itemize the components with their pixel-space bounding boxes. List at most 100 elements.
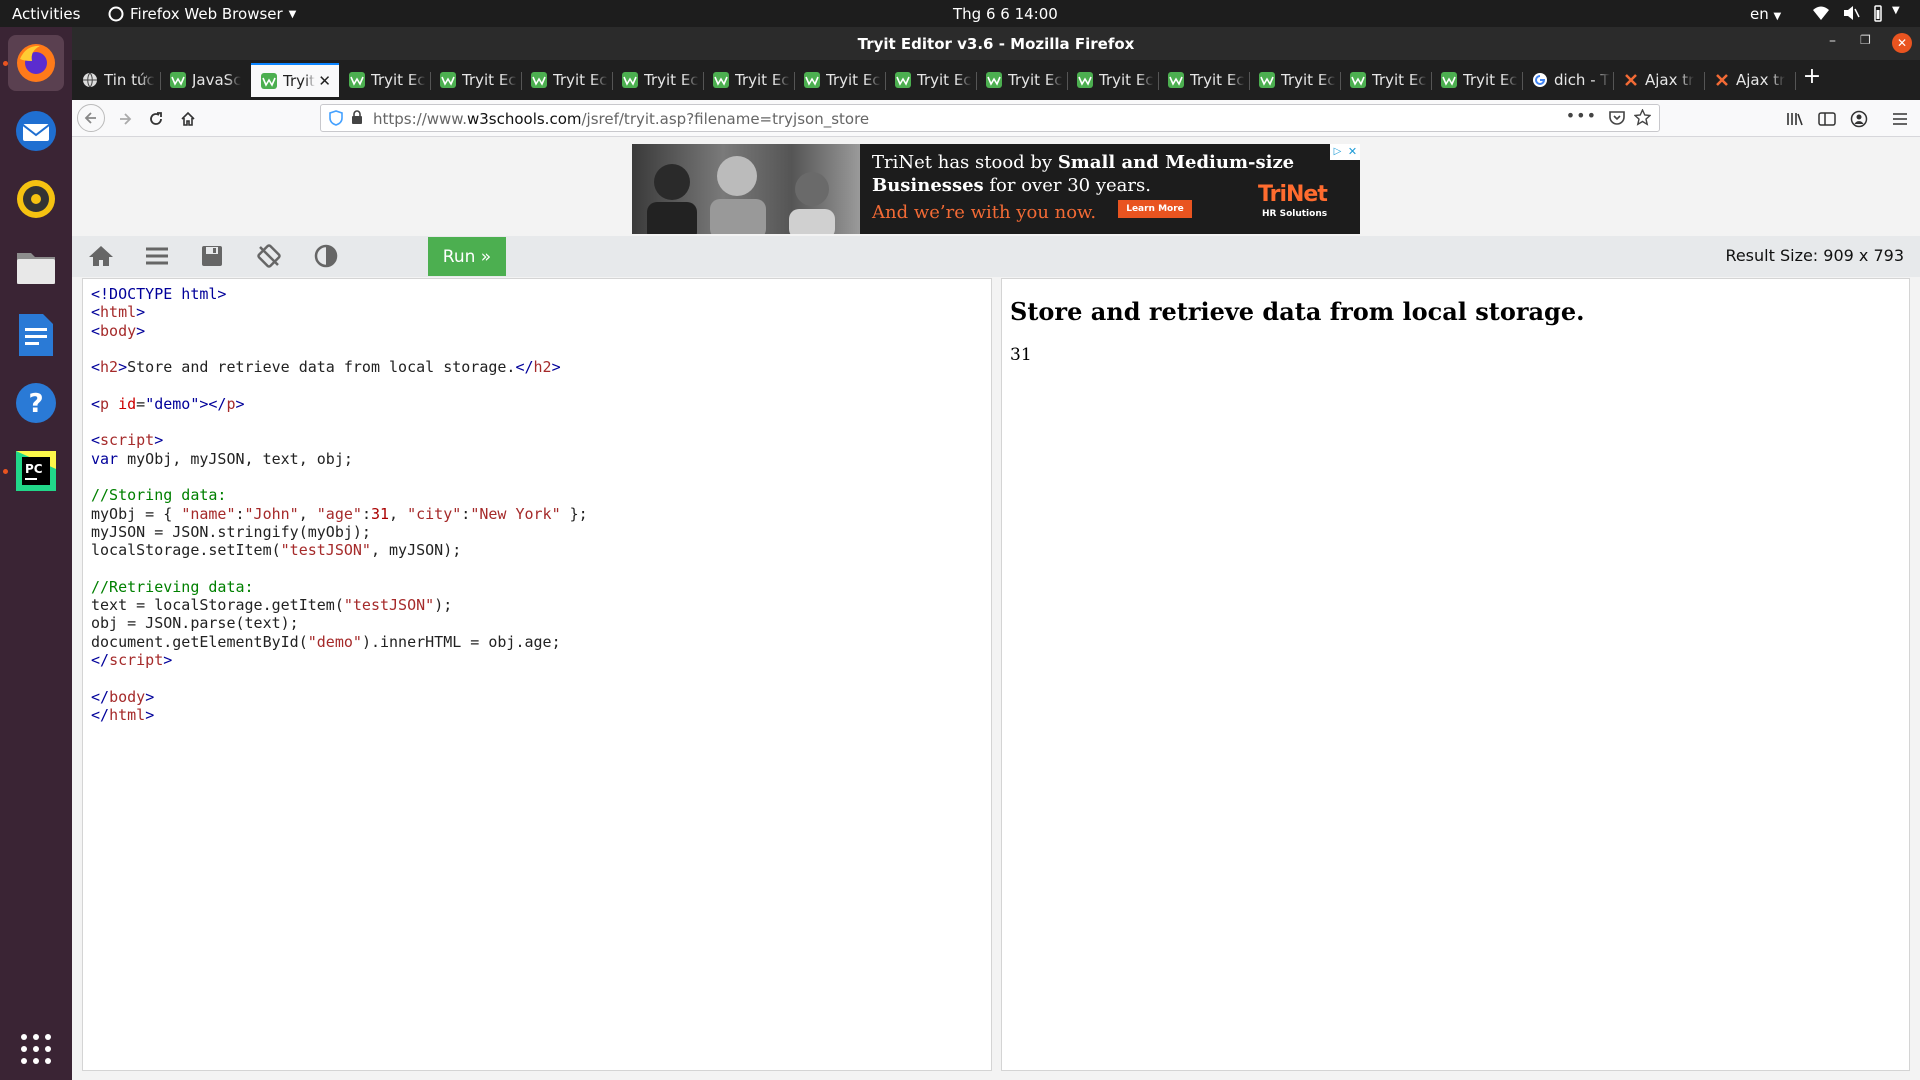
browser-tab[interactable]: Tryit Ec	[1158, 63, 1249, 97]
help-icon[interactable]: ?	[8, 375, 64, 431]
tab-label: Ajax tr	[1645, 71, 1695, 89]
reload-icon[interactable]	[143, 106, 169, 132]
library-icon[interactable]	[1782, 106, 1808, 132]
firefox-icon[interactable]	[8, 35, 64, 91]
url-bar[interactable]: https://www.w3schools.com/jsref/tryit.as…	[320, 104, 1660, 132]
minimize-icon[interactable]: –	[1829, 33, 1836, 49]
tab-label: Tryit Ec	[462, 71, 517, 89]
save-icon[interactable]	[198, 242, 226, 270]
tab-label: Tryit	[283, 72, 316, 90]
browser-tab[interactable]: Tryit Ec	[1249, 63, 1340, 97]
url-text[interactable]: https://www.w3schools.com/jsref/tryit.as…	[373, 110, 869, 128]
browser-tab[interactable]: JavaSc	[160, 63, 251, 97]
page-actions-icon[interactable]: •••	[1566, 106, 1597, 125]
app-menu[interactable]: Firefox Web Browser ▼	[108, 5, 296, 23]
url-prefix: https://www.	[373, 110, 467, 128]
tab-label: Tryit Ec	[826, 71, 881, 89]
browser-tab[interactable]: Tryit Ec	[976, 63, 1067, 97]
url-domain: w3schools.com	[466, 110, 582, 128]
window-titlebar: Tryit Editor v3.6 - Mozilla Firefox – ❐ …	[72, 27, 1920, 60]
result-size: Result Size: 909 x 793	[1725, 246, 1904, 265]
tab-label: Tryit Ec	[1281, 71, 1336, 89]
w3schools-icon	[986, 72, 1002, 88]
home-icon[interactable]	[87, 242, 115, 270]
language-indicator[interactable]: en ▼	[1750, 5, 1781, 23]
system-menu-chevron-icon[interactable]: ▼	[1892, 5, 1900, 16]
back-icon[interactable]	[77, 104, 105, 132]
w3schools-icon	[804, 72, 820, 88]
browser-tab[interactable]: Tryit Ec	[339, 63, 430, 97]
show-applications-icon[interactable]	[8, 1021, 64, 1077]
wifi-icon[interactable]	[1812, 5, 1830, 25]
browser-tab[interactable]: Tryit Ec	[1431, 63, 1522, 97]
home-icon[interactable]	[175, 106, 201, 132]
running-indicator	[3, 469, 8, 474]
menu-icon[interactable]	[143, 242, 171, 270]
sidebar-icon[interactable]	[1814, 106, 1840, 132]
browser-tab[interactable]: Tryit Ec	[521, 63, 612, 97]
hamburger-menu-icon[interactable]	[1887, 106, 1913, 132]
rotate-layout-icon[interactable]	[255, 242, 283, 270]
maximize-icon[interactable]: ❐	[1860, 33, 1871, 47]
browser-tab[interactable]: Ajax tr	[1613, 63, 1704, 97]
code-editor[interactable]: <!DOCTYPE html> <html> <body> <h2>Store …	[82, 278, 992, 1071]
libreoffice-writer-icon[interactable]	[8, 307, 64, 363]
w3schools-icon	[440, 72, 456, 88]
ad-brand-logo: TriNet	[1258, 182, 1328, 207]
tab-label: Tin tức	[104, 71, 155, 89]
tracking-protection-icon[interactable]	[329, 110, 343, 130]
w3schools-icon	[261, 73, 277, 89]
chevron-down-icon: ▼	[288, 8, 297, 20]
w3schools-icon	[349, 72, 365, 88]
dark-mode-icon[interactable]	[312, 242, 340, 270]
close-window-icon[interactable]: ✕	[1892, 33, 1912, 53]
ad-banner[interactable]: TriNet has stood by Small and Medium-siz…	[632, 144, 1360, 234]
account-icon[interactable]	[1846, 106, 1872, 132]
code-text[interactable]: <!DOCTYPE html> <html> <body> <h2>Store …	[91, 285, 588, 724]
tab-label: Tryit Ec	[917, 71, 972, 89]
window-title: Tryit Editor v3.6 - Mozilla Firefox	[857, 35, 1135, 53]
result-iframe[interactable]: Store and retrieve data from local stora…	[1001, 278, 1910, 1071]
ad-learn-more-button[interactable]: Learn More	[1118, 200, 1192, 218]
w3schools-icon	[170, 72, 186, 88]
rhythmbox-icon[interactable]	[8, 171, 64, 227]
ad-close-icon[interactable]: ✕	[1345, 144, 1360, 160]
tab-label: Tryit Ec	[1190, 71, 1245, 89]
browser-tab[interactable]: Tryit Ec	[612, 63, 703, 97]
browser-tab[interactable]: Tryit Ec	[794, 63, 885, 97]
browser-tab[interactable]: Tin tức	[72, 63, 160, 97]
volume-icon[interactable]	[1842, 5, 1860, 25]
browser-tab[interactable]: Ajax tr	[1704, 63, 1795, 97]
pocket-icon[interactable]	[1609, 110, 1625, 129]
lock-icon[interactable]	[351, 110, 363, 129]
w3schools-icon	[622, 72, 638, 88]
thunderbird-icon[interactable]	[8, 103, 64, 159]
bookmark-star-icon[interactable]	[1633, 108, 1652, 130]
ad-choices[interactable]: ▷ ✕	[1330, 144, 1360, 160]
tab-separator	[1795, 72, 1796, 90]
browser-tab[interactable]: Tryit ✕	[251, 63, 339, 97]
result-heading: Store and retrieve data from local stora…	[1010, 297, 1585, 326]
tab-label: Tryit Ec	[1008, 71, 1063, 89]
tab-label: Tryit Ec	[644, 71, 699, 89]
w3schools-icon	[713, 72, 729, 88]
close-tab-icon[interactable]: ✕	[318, 72, 331, 90]
run-button[interactable]: Run »	[428, 237, 506, 276]
ad-choices-icon[interactable]: ▷	[1330, 144, 1345, 160]
clock[interactable]: Thg 6 6 14:00	[953, 5, 1058, 23]
browser-tab[interactable]: Tryit Ec	[430, 63, 521, 97]
w3schools-icon	[1168, 72, 1184, 88]
files-icon[interactable]	[8, 239, 64, 295]
browser-tab[interactable]: Tryit Ec	[885, 63, 976, 97]
forward-icon[interactable]	[112, 106, 138, 132]
new-tab-icon[interactable]: +	[1799, 64, 1825, 89]
browser-tab[interactable]: Tryit Ec	[1340, 63, 1431, 97]
browser-tab[interactable]: Tryit Ec	[703, 63, 794, 97]
browser-tab[interactable]: Tryit Ec	[1067, 63, 1158, 97]
pycharm-icon[interactable]: PC	[8, 443, 64, 499]
w3schools-icon	[1350, 72, 1366, 88]
tryit-toolbar: Run » Result Size: 909 x 793	[72, 236, 1920, 277]
browser-tab[interactable]: dich - T	[1522, 63, 1613, 97]
battery-icon[interactable]	[1872, 5, 1884, 26]
activities-button[interactable]: Activities	[12, 5, 80, 23]
